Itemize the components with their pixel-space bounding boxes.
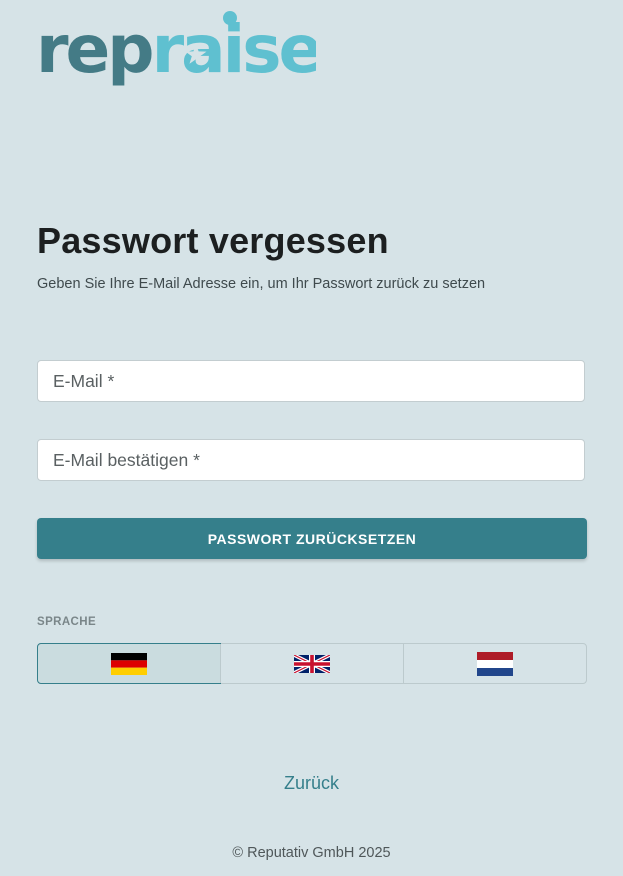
netherlands-flag-icon <box>477 651 513 676</box>
email-input[interactable] <box>38 361 584 401</box>
language-option-dutch[interactable] <box>403 644 586 683</box>
language-label: SPRACHE <box>37 616 97 628</box>
svg-text:repraise: repraise <box>36 11 316 88</box>
language-selector <box>37 643 587 684</box>
repraise-logo: repraise <box>36 10 316 90</box>
language-option-german[interactable] <box>37 643 221 684</box>
email-confirm-field[interactable] <box>37 439 585 481</box>
germany-flag-icon <box>111 652 147 675</box>
footer-copyright: © Reputativ GmbH 2025 <box>232 845 391 861</box>
email-field[interactable] <box>37 360 585 402</box>
uk-flag-icon <box>294 654 330 673</box>
back-link[interactable]: Zurück <box>0 773 623 794</box>
page-subtitle: Geben Sie Ihre E-Mail Adresse ein, um Ih… <box>37 276 486 292</box>
language-option-english[interactable] <box>220 644 403 683</box>
reset-password-button[interactable]: PASSWORT ZURÜCKSETZEN <box>37 518 587 559</box>
email-confirm-input[interactable] <box>38 440 584 480</box>
page-title: Passwort vergessen <box>37 220 389 261</box>
